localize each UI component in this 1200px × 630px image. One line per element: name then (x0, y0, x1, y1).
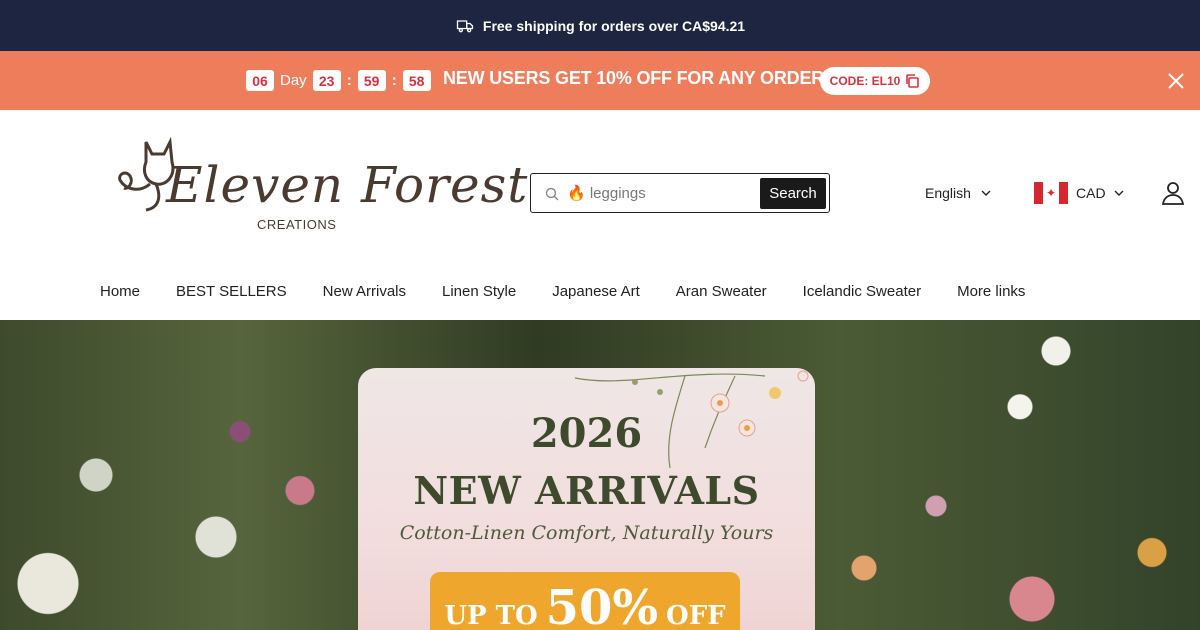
chevron-down-icon (981, 190, 991, 196)
chevron-down-icon (1114, 190, 1124, 196)
currency-selector[interactable]: ✦ CAD (1034, 182, 1124, 204)
close-icon[interactable] (1166, 71, 1186, 91)
language-label: English (925, 185, 971, 201)
hero-subtitle: Cotton-Linen Comfort, Naturally Yours (399, 522, 774, 544)
countdown-hours: 23 (312, 70, 341, 91)
countdown-timer: 06 Day 23 : 59 : 58 (246, 70, 431, 91)
nav-item-japanese-art[interactable]: Japanese Art (552, 283, 640, 300)
hero-banner[interactable]: 2026 NEW ARRIVALS Cotton-Linen Comfort, … (0, 320, 1200, 630)
countdown-minutes: 59 (357, 70, 386, 91)
language-selector[interactable]: English (925, 185, 991, 201)
promo-code-label: CODE: EL10 (829, 74, 901, 88)
countdown-seconds: 58 (402, 70, 431, 91)
search-bar: Search (530, 173, 830, 213)
logo-subtitle: CREATIONS (257, 217, 337, 232)
search-button[interactable]: Search (760, 178, 826, 209)
canada-flag-icon: ✦ (1034, 182, 1068, 204)
countdown-separator: : (391, 72, 397, 89)
countdown-days: 06 (246, 70, 274, 91)
shipping-bar: Free shipping for orders over CA$94.21 (0, 0, 1200, 51)
nav-item-best-sellers[interactable]: BEST SELLERS (176, 283, 287, 300)
nav-item-icelandic-sweater[interactable]: Icelandic Sweater (803, 283, 921, 300)
countdown-day-label: Day (280, 72, 307, 89)
nav-item-home[interactable]: Home (100, 283, 140, 300)
search-input[interactable] (567, 182, 757, 204)
copy-icon (906, 74, 920, 88)
promo-code-button[interactable]: CODE: EL10 (820, 67, 930, 95)
badge-value: 50% (545, 580, 659, 630)
nav-item-more-links[interactable]: More links (957, 283, 1025, 300)
currency-label: CAD (1076, 185, 1106, 201)
badge-prefix: UP TO (444, 601, 538, 630)
truck-icon (456, 19, 474, 32)
hero-title: NEW ARRIVALS (413, 468, 760, 513)
badge-suffix: OFF (666, 601, 726, 630)
search-icon (545, 187, 559, 201)
shipping-text: Free shipping for orders over CA$94.21 (482, 17, 746, 34)
user-icon[interactable] (1160, 180, 1186, 206)
nav-item-aran-sweater[interactable]: Aran Sweater (676, 283, 767, 300)
logo-script-text: Eleven Forest (166, 156, 529, 214)
hero-card: 2026 NEW ARRIVALS Cotton-Linen Comfort, … (358, 368, 815, 630)
hero-year: 2026 (530, 410, 643, 457)
nav-item-linen-style[interactable]: Linen Style (442, 283, 516, 300)
nav-item-new-arrivals[interactable]: New Arrivals (323, 283, 406, 300)
countdown-separator: : (346, 72, 352, 89)
discount-badge: UP TO 50% OFF (430, 572, 740, 630)
site-header: Eleven Forest CREATIONS Search English ✦… (0, 110, 1200, 320)
main-nav: Home BEST SELLERS New Arrivals Linen Sty… (100, 283, 1061, 300)
promo-bar: 06 Day 23 : 59 : 58 NEW USERS GET 10% OF… (0, 51, 1200, 110)
site-logo[interactable]: Eleven Forest CREATIONS (116, 136, 527, 236)
promo-text: NEW USERS GET 10% OFF FOR ANY ORDER (443, 68, 825, 88)
